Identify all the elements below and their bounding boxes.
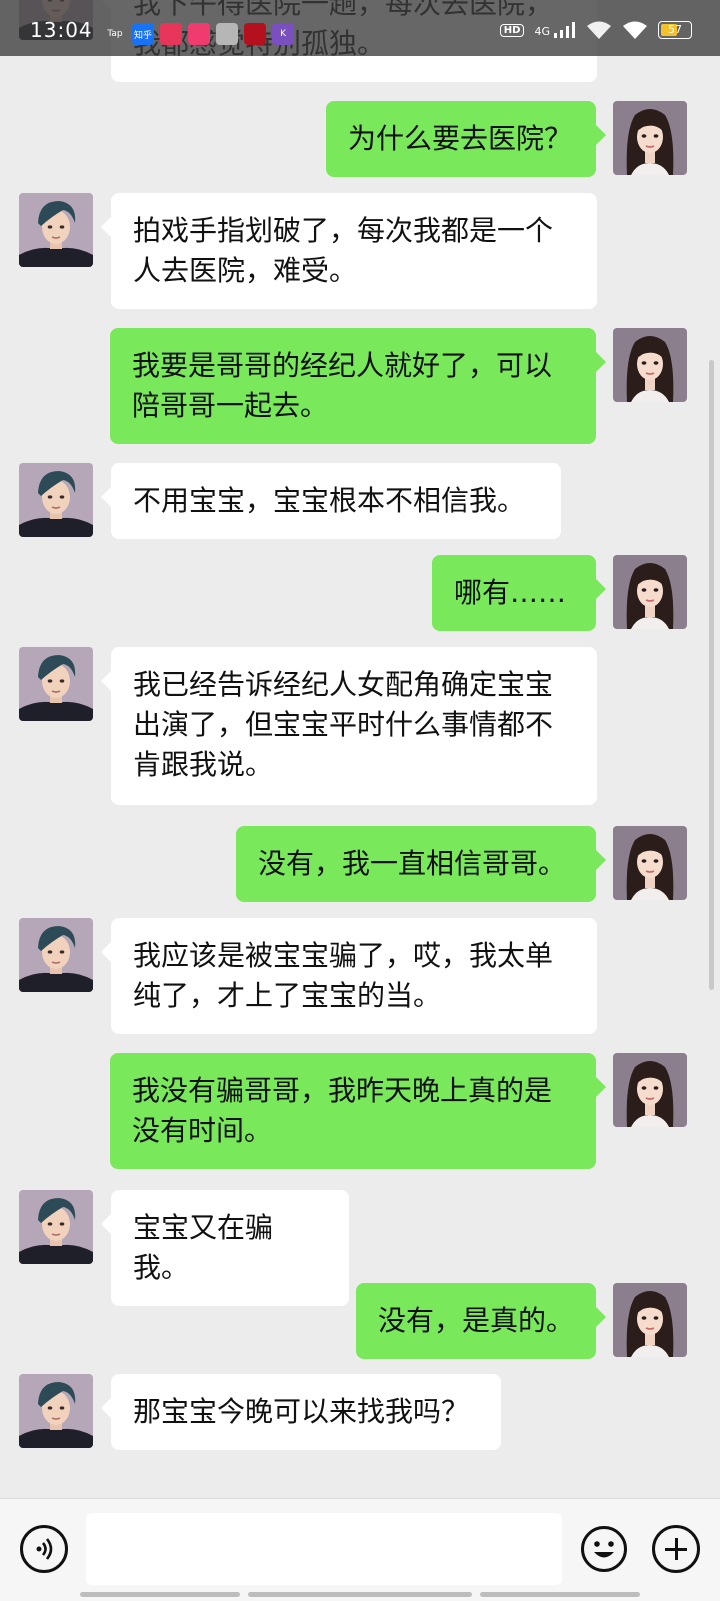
status-bar: 13:04 Tap 知乎 K HD 4G 57 bbox=[0, 0, 720, 56]
pink-app-icon bbox=[188, 23, 211, 45]
contact-avatar[interactable] bbox=[19, 463, 93, 537]
nav-bar-left[interactable] bbox=[80, 1592, 240, 1597]
battery-icon: 57 bbox=[658, 21, 692, 39]
notification-icons: Tap 知乎 K bbox=[104, 22, 295, 46]
signal-icon: 4G bbox=[534, 22, 576, 38]
nav-bar-right[interactable] bbox=[480, 1592, 640, 1597]
contact-avatar[interactable] bbox=[19, 193, 93, 267]
hd-icon: HD bbox=[499, 23, 525, 37]
emoji-icon[interactable] bbox=[580, 1525, 628, 1573]
contact-avatar[interactable] bbox=[19, 1190, 93, 1264]
plus-icon[interactable] bbox=[652, 1525, 700, 1573]
zhihu-icon: 知乎 bbox=[132, 23, 155, 45]
message-bubble[interactable]: 拍戏手指划破了，每次我都是一个人去医院，难受。 bbox=[101, 193, 597, 309]
status-right: HD 4G 57 bbox=[499, 20, 692, 40]
input-bar bbox=[0, 1498, 720, 1601]
message-bubble[interactable]: 宝宝又在骗我。 bbox=[101, 1190, 349, 1306]
contact-avatar[interactable] bbox=[19, 1374, 93, 1448]
taptap-icon: Tap bbox=[107, 29, 123, 39]
message-bubble[interactable]: 没有，是真的。 bbox=[356, 1283, 606, 1359]
battery-level: 57 bbox=[668, 23, 682, 36]
my-avatar[interactable] bbox=[613, 555, 687, 629]
contact-avatar[interactable] bbox=[19, 647, 93, 721]
my-avatar[interactable] bbox=[613, 101, 687, 175]
contact-avatar[interactable] bbox=[19, 918, 93, 992]
scrollbar[interactable] bbox=[709, 360, 714, 990]
my-avatar[interactable] bbox=[613, 1283, 687, 1357]
message-bubble[interactable]: 我要是哥哥的经纪人就好了，可以陪哥哥一起去。 bbox=[110, 328, 606, 444]
my-avatar[interactable] bbox=[613, 328, 687, 402]
red-app-icon bbox=[244, 23, 267, 45]
wifi-icon-2 bbox=[623, 21, 647, 39]
message-bubble[interactable]: 我没有骗哥哥，我昨天晚上真的是没有时间。 bbox=[110, 1053, 606, 1169]
message-bubble[interactable]: 哪有…… bbox=[432, 555, 606, 631]
message-bubble[interactable]: 那宝宝今晚可以来找我吗？ bbox=[101, 1374, 501, 1450]
my-avatar[interactable] bbox=[613, 826, 687, 900]
network-label: 4G bbox=[534, 25, 550, 38]
game-app-icon bbox=[216, 23, 239, 45]
message-bubble[interactable]: 为什么要去医院？ bbox=[326, 101, 606, 177]
message-bubble[interactable]: 没有，我一直相信哥哥。 bbox=[236, 826, 606, 902]
nav-bar-center[interactable] bbox=[248, 1592, 472, 1597]
message-input[interactable] bbox=[86, 1513, 562, 1585]
message-bubble[interactable]: 不用宝宝，宝宝根本不相信我。 bbox=[101, 463, 561, 539]
signal-bars-icon bbox=[554, 22, 575, 38]
wifi-icon bbox=[587, 21, 611, 39]
message-bubble[interactable]: 我已经告诉经纪人女配角确定宝宝出演了，但宝宝平时什么事情都不肯跟我说。 bbox=[101, 647, 597, 805]
my-avatar[interactable] bbox=[613, 1053, 687, 1127]
purple-app-icon: K bbox=[272, 23, 295, 45]
heart-app-icon bbox=[160, 23, 183, 45]
status-time: 13:04 bbox=[30, 18, 93, 42]
voice-icon[interactable] bbox=[20, 1525, 68, 1573]
message-bubble[interactable]: 我应该是被宝宝骗了，哎，我太单纯了，才上了宝宝的当。 bbox=[101, 918, 597, 1034]
